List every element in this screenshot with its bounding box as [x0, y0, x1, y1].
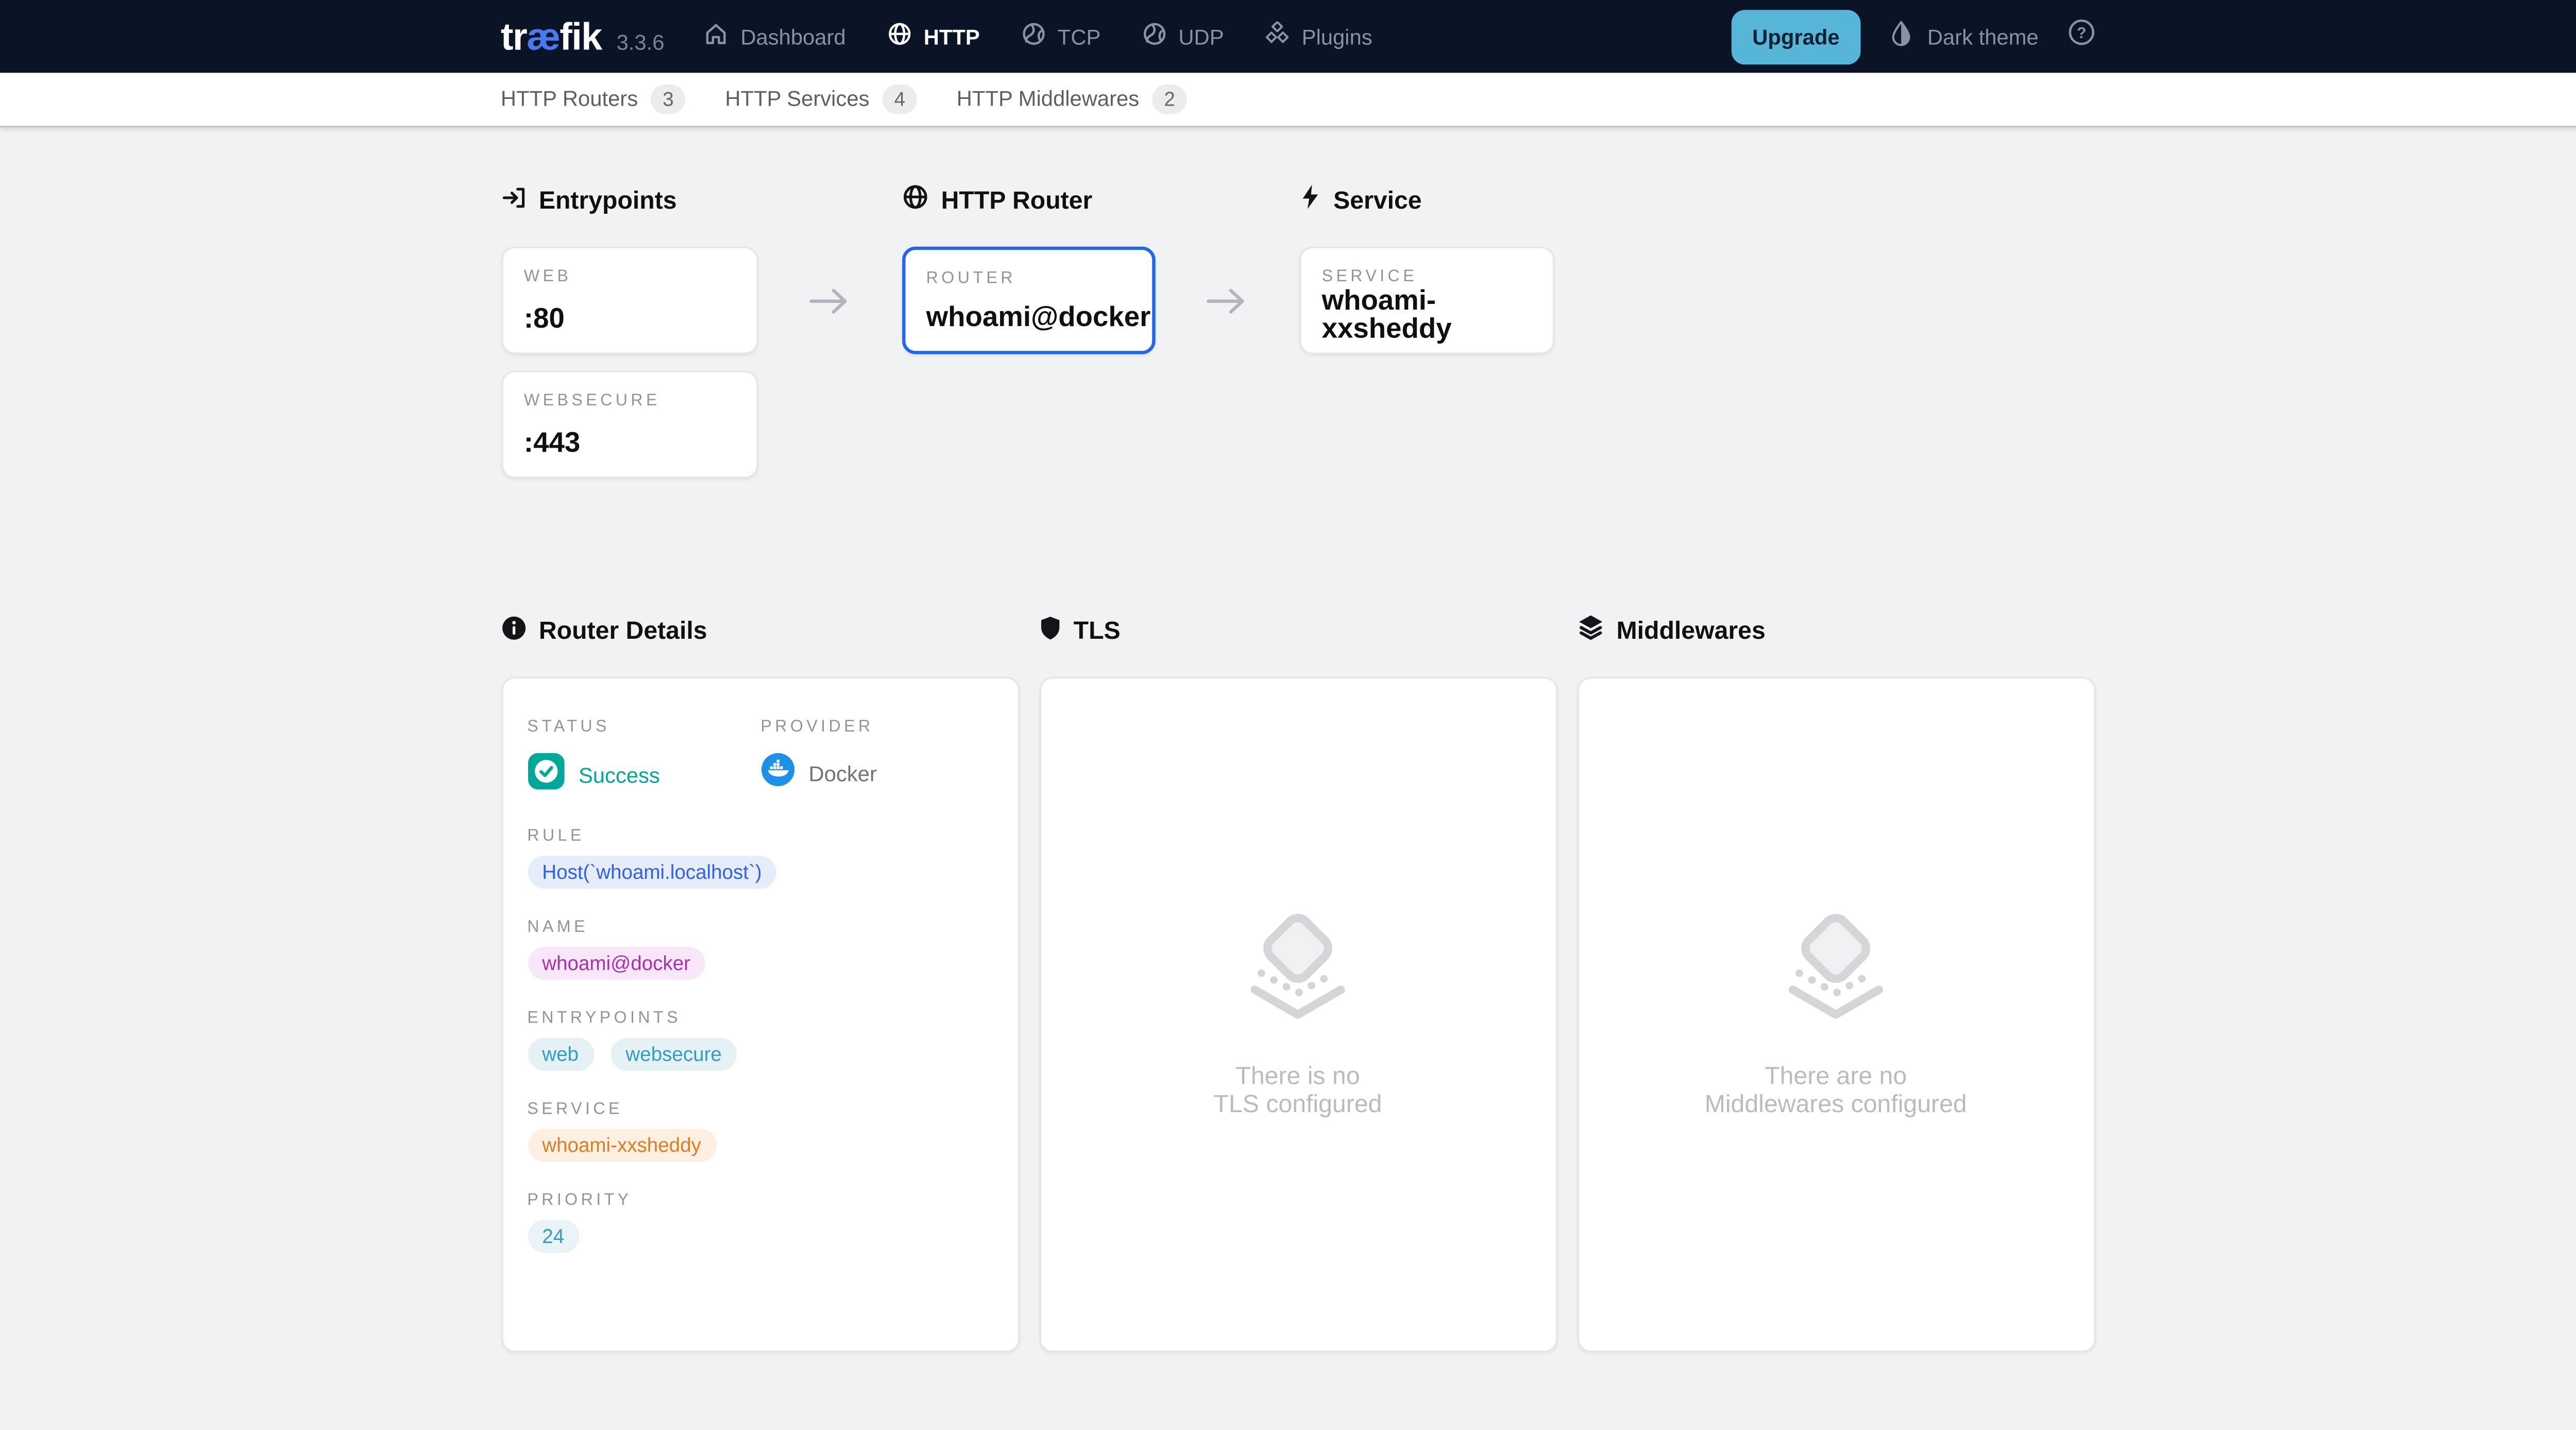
router-card[interactable]: ROUTER whoami@docker — [901, 247, 1155, 354]
logo-text: træfik — [501, 18, 602, 56]
arrow-right-icon — [1205, 286, 1248, 316]
rule-pill: Host(`whoami.localhost`) — [527, 856, 776, 889]
home-icon — [704, 22, 729, 52]
card-value: :443 — [524, 429, 734, 457]
success-check-icon — [527, 753, 564, 798]
tab-http-middlewares[interactable]: HTTP Middlewares 2 — [957, 84, 1187, 114]
card-value: :80 — [524, 304, 734, 333]
entrypoints-heading: Entrypoints — [501, 184, 757, 217]
nav-item-label: Dashboard — [740, 24, 845, 49]
question-mark-icon: ? — [2066, 18, 2095, 55]
field-rule: RULE Host(`whoami.localhost`) — [527, 827, 992, 889]
provider-value: Docker — [809, 761, 877, 786]
field-priority: PRIORITY 24 — [527, 1191, 992, 1253]
card-label: WEB — [524, 268, 734, 286]
nav-item-label: Plugins — [1302, 24, 1372, 49]
nav-item-label: UDP — [1178, 24, 1224, 49]
status-value: Success — [579, 763, 660, 788]
flow-arrow-1 — [757, 247, 902, 479]
card-value: whoami-xxsheddy — [1322, 286, 1531, 343]
main-content: Entrypoints HTTP Router Service — [0, 127, 2576, 1352]
entrypoint-pill-web: web — [527, 1038, 594, 1071]
empty-layers-icon — [1235, 911, 1361, 1029]
field-service: SERVICE whoami-xxsheddy — [527, 1101, 992, 1162]
planet-icon — [1142, 22, 1167, 52]
entrypoint-card-websecure: WEBSECURE :443 — [501, 371, 757, 479]
middlewares-empty-text: There are no Middlewares configured — [1705, 1062, 1967, 1118]
card-label: WEBSECURE — [524, 392, 734, 410]
globe-icon — [887, 22, 912, 52]
entrypoint-pill-websecure: websecure — [611, 1038, 737, 1071]
flow-section: Entrypoints HTTP Router Service — [501, 127, 2095, 478]
card-label: ROUTER — [926, 270, 1130, 288]
tab-count-badge: 4 — [883, 84, 917, 114]
field-status: STATUS Success — [527, 710, 760, 797]
nav-item-label: HTTP — [924, 24, 980, 49]
theme-toggle[interactable]: Dark theme — [1889, 20, 2039, 53]
navbar: træfik 3.3.6 Dashboard HTTP — [0, 0, 2576, 73]
nav-item-http[interactable]: HTTP — [887, 22, 980, 52]
middlewares-heading: Middlewares — [1577, 614, 2095, 647]
info-icon — [501, 615, 526, 646]
flow-arrow-2 — [1155, 247, 1299, 479]
http-router-heading: HTTP Router — [901, 184, 1155, 217]
entrypoint-card-web: WEB :80 — [501, 247, 757, 354]
card-label: SERVICE — [1322, 268, 1531, 286]
svg-text:?: ? — [2076, 24, 2086, 42]
nav-item-label: TCP — [1058, 24, 1101, 49]
globe-icon — [901, 184, 927, 217]
nav-item-udp[interactable]: UDP — [1142, 22, 1224, 52]
name-pill: whoami@docker — [527, 947, 705, 980]
field-entrypoints: ENTRYPOINTS web websecure — [527, 1010, 992, 1071]
nav-item-dashboard[interactable]: Dashboard — [704, 22, 846, 52]
layers-icon — [1577, 614, 1603, 647]
priority-pill: 24 — [527, 1220, 579, 1253]
tab-label: HTTP Services — [725, 87, 869, 112]
login-arrow-icon — [501, 184, 526, 216]
field-name: NAME whoami@docker — [527, 918, 992, 980]
middlewares-card: There are no Middlewares configured — [1577, 677, 2095, 1352]
service-card[interactable]: SERVICE whoami-xxsheddy — [1299, 247, 1554, 354]
service-pill: whoami-xxsheddy — [527, 1129, 716, 1162]
empty-layers-icon — [1773, 911, 1899, 1029]
main-nav: Dashboard HTTP TCP — [704, 22, 1372, 52]
lightning-bolt-icon — [1299, 184, 1320, 217]
card-value: whoami@docker — [926, 303, 1130, 331]
tab-label: HTTP Routers — [501, 87, 638, 112]
entrypoint-cards: WEB :80 WEBSECURE :443 — [501, 247, 757, 479]
tab-count-badge: 3 — [651, 84, 685, 114]
tab-http-services[interactable]: HTTP Services 4 — [725, 84, 917, 114]
nav-item-plugins[interactable]: Plugins — [1265, 22, 1372, 52]
tls-card: There is no TLS configured — [1039, 677, 1557, 1352]
router-details-heading: Router Details — [501, 614, 1019, 647]
arrow-right-icon — [808, 286, 851, 316]
nav-item-tcp[interactable]: TCP — [1021, 22, 1100, 52]
service-heading: Service — [1299, 184, 1554, 217]
tls-heading: TLS — [1039, 614, 1557, 647]
tab-label: HTTP Middlewares — [957, 87, 1139, 112]
contrast-droplet-icon — [1889, 20, 1914, 53]
planet-icon — [1021, 22, 1046, 52]
tab-http-routers[interactable]: HTTP Routers 3 — [501, 84, 685, 114]
cubes-icon — [1265, 22, 1290, 52]
subnav: HTTP Routers 3 HTTP Services 4 HTTP Midd… — [0, 73, 2576, 127]
field-provider: PROVIDER Docker — [760, 710, 992, 797]
tls-empty-text: There is no TLS configured — [1214, 1062, 1382, 1118]
docker-icon — [760, 753, 793, 794]
help-button[interactable]: ? — [2066, 18, 2095, 55]
version-label: 3.3.6 — [617, 29, 665, 54]
shield-icon — [1039, 615, 1060, 646]
navbar-right: Upgrade Dark theme ? — [1731, 9, 2095, 64]
theme-toggle-label: Dark theme — [1927, 24, 2039, 49]
tab-count-badge: 2 — [1153, 84, 1187, 114]
traefik-logo[interactable]: træfik 3.3.6 — [501, 18, 665, 56]
details-section: Router Details TLS Middlewares — [501, 614, 2095, 1352]
router-details-card: STATUS Success PROVIDER — [501, 677, 1019, 1352]
traefik-dashboard: træfik 3.3.6 Dashboard HTTP — [0, 0, 2576, 1430]
upgrade-button[interactable]: Upgrade — [1731, 9, 1861, 64]
